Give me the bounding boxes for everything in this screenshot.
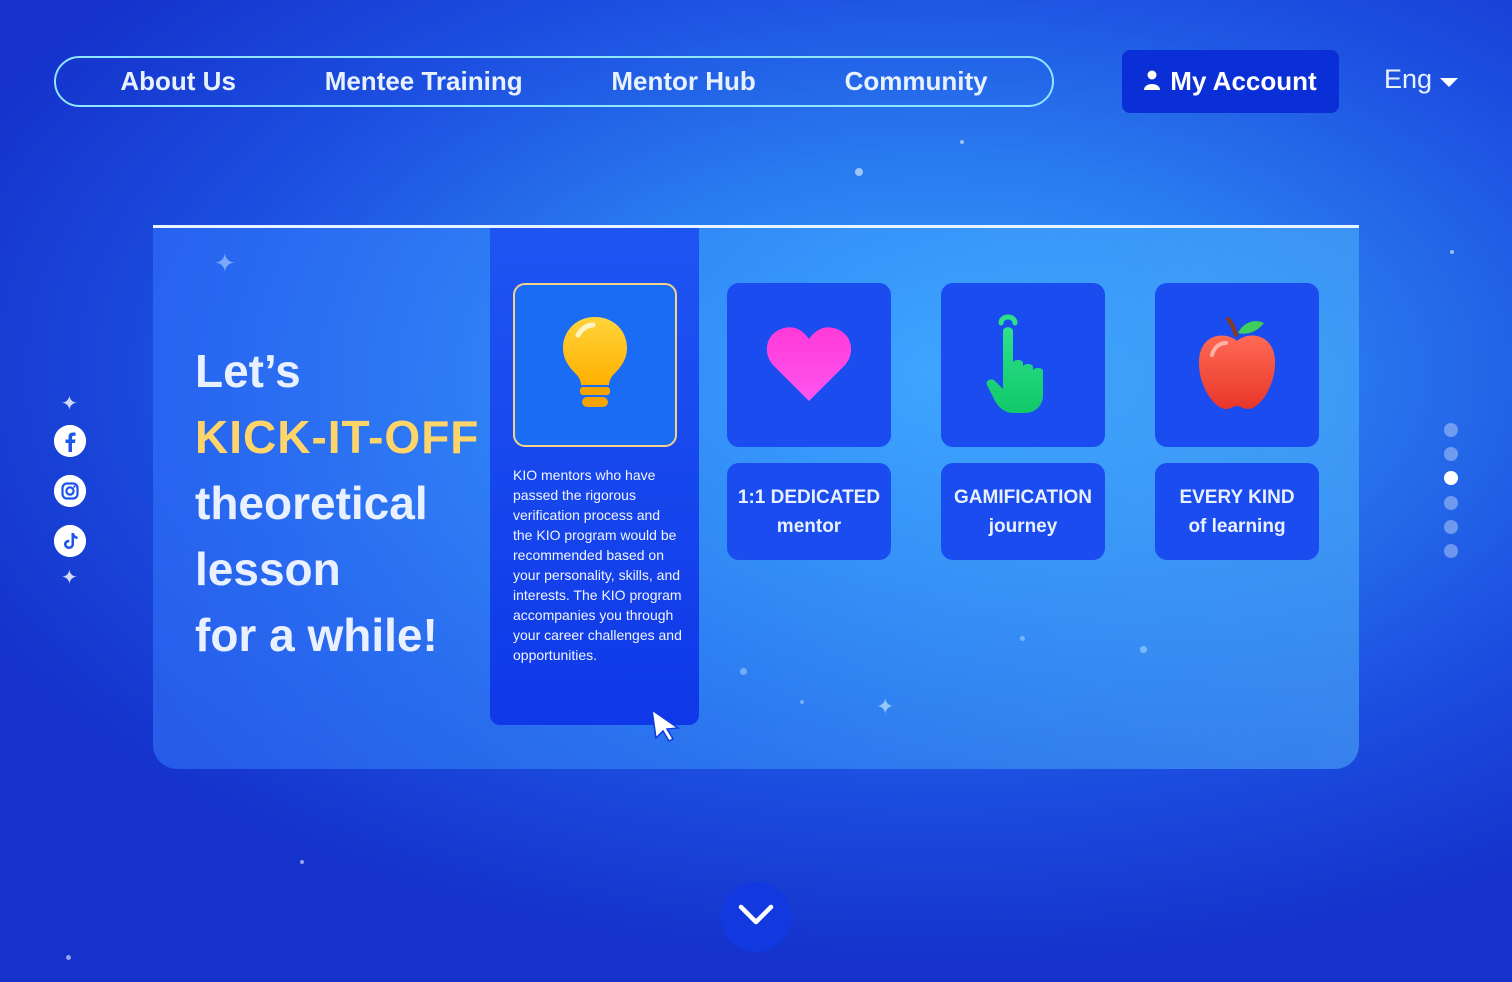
facebook-icon[interactable] (54, 425, 86, 457)
pagination-dot[interactable] (1444, 423, 1458, 437)
mouse-cursor-icon (650, 708, 682, 747)
hero-line-1: Let’s (195, 345, 301, 397)
star-sparkle-icon: ✦ (61, 567, 78, 589)
pagination-dot[interactable] (1444, 496, 1458, 510)
feature-label-every-kind[interactable]: EVERY KIND of learning (1155, 463, 1319, 560)
heart-icon (765, 323, 853, 408)
nav-mentee-training[interactable]: Mentee Training (325, 66, 523, 97)
feature-subtitle: journey (988, 515, 1058, 537)
hero-line-3: theoretical (195, 477, 428, 529)
scroll-down-button[interactable] (721, 882, 791, 952)
language-label: Eng (1384, 64, 1433, 94)
pointing-hand-icon (985, 311, 1061, 420)
feature-tile-lightbulb[interactable] (513, 283, 677, 447)
sparkle (300, 860, 304, 864)
star-sparkle-icon: ✦ (61, 393, 78, 415)
feature-label-dedicated-mentor[interactable]: 1:1 DEDICATED mentor (727, 463, 891, 560)
feature-title: EVERY KIND (1179, 486, 1295, 508)
instagram-icon[interactable] (54, 475, 86, 507)
feature-label-gamification[interactable]: GAMIFICATION journey (941, 463, 1105, 560)
sparkle (960, 140, 964, 144)
nav-community[interactable]: Community (845, 66, 988, 97)
chevron-down-icon (1440, 64, 1459, 95)
tiktok-icon[interactable] (54, 525, 86, 557)
feature-tile-pointing-hand[interactable] (941, 283, 1105, 447)
hero-line-5: for a while! (195, 609, 438, 661)
feature-title: GAMIFICATION (954, 486, 1092, 508)
feature-tile-apple[interactable] (1155, 283, 1319, 447)
sparkle (855, 168, 863, 176)
hero-line-4: lesson (195, 543, 341, 595)
user-icon (1144, 66, 1161, 97)
feature-title: 1:1 DEDICATED (737, 486, 881, 508)
nav-about-us[interactable]: About Us (120, 66, 236, 97)
chevron-down-icon (738, 904, 774, 931)
my-account-label: My Account (1170, 66, 1317, 96)
feature-subtitle: mentor (776, 515, 842, 537)
apple-icon (1196, 315, 1278, 416)
hero-accent: KICK-IT-OFF (195, 411, 480, 463)
pagination-dot[interactable] (1444, 544, 1458, 558)
main-nav: About Us Mentee Training Mentor Hub Comm… (54, 56, 1054, 107)
pagination-dot-active[interactable] (1444, 471, 1458, 485)
feature-tile-heart[interactable] (727, 283, 891, 447)
feature-subtitle: of learning (1188, 515, 1286, 537)
language-selector[interactable]: Eng (1384, 64, 1459, 95)
sparkle (66, 955, 71, 960)
lightbulb-icon (560, 315, 630, 416)
pagination-dot[interactable] (1444, 520, 1458, 534)
sparkle (1450, 250, 1454, 254)
hero-headline: Let’s KICK-IT-OFF theoretical lesson for… (195, 338, 479, 668)
pagination-dot[interactable] (1444, 447, 1458, 461)
feature-description: KIO mentors who have passed the rigorous… (513, 467, 682, 663)
my-account-button[interactable]: My Account (1122, 50, 1339, 113)
nav-mentor-hub[interactable]: Mentor Hub (611, 66, 755, 97)
